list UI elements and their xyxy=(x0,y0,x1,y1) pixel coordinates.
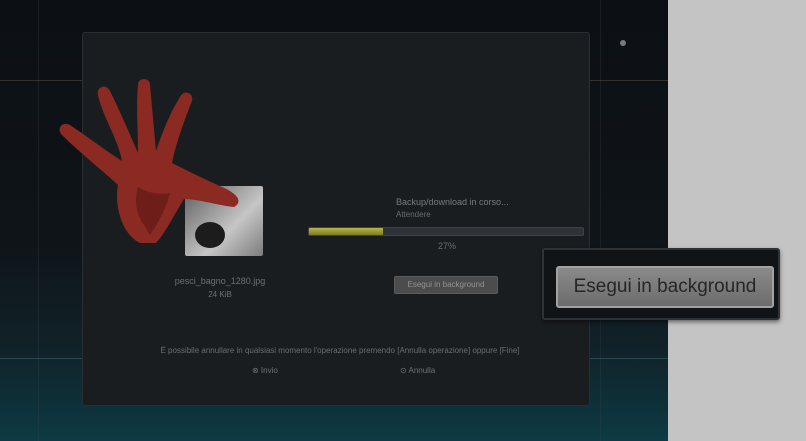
status-subtitle: Attendere xyxy=(396,210,431,219)
info-text: È possibile annullare in qualsiasi momen… xyxy=(160,346,520,355)
tv-screen: pesci_bagno_1280.jpg 24 KiB Backup/downl… xyxy=(0,0,668,441)
zoomed-background-button[interactable]: Esegui in background xyxy=(556,266,774,308)
side-panel xyxy=(668,0,806,441)
file-name: pesci_bagno_1280.jpg xyxy=(174,276,266,286)
close-icon[interactable] xyxy=(620,40,626,46)
grid-line xyxy=(38,0,39,441)
enter-action[interactable]: ⊗ Invio xyxy=(252,366,278,375)
grid-line xyxy=(600,0,601,441)
hand-cursor-icon xyxy=(59,79,239,243)
run-in-background-button[interactable]: Esegui in background xyxy=(394,276,498,294)
progress-fill xyxy=(309,228,383,235)
status-title: Backup/download in corso... xyxy=(396,197,509,207)
progress-bar xyxy=(308,227,584,236)
progress-percent: 27% xyxy=(438,241,457,251)
cancel-action[interactable]: ⊙ Annulla xyxy=(400,366,435,375)
file-size: 24 KiB xyxy=(208,290,232,299)
